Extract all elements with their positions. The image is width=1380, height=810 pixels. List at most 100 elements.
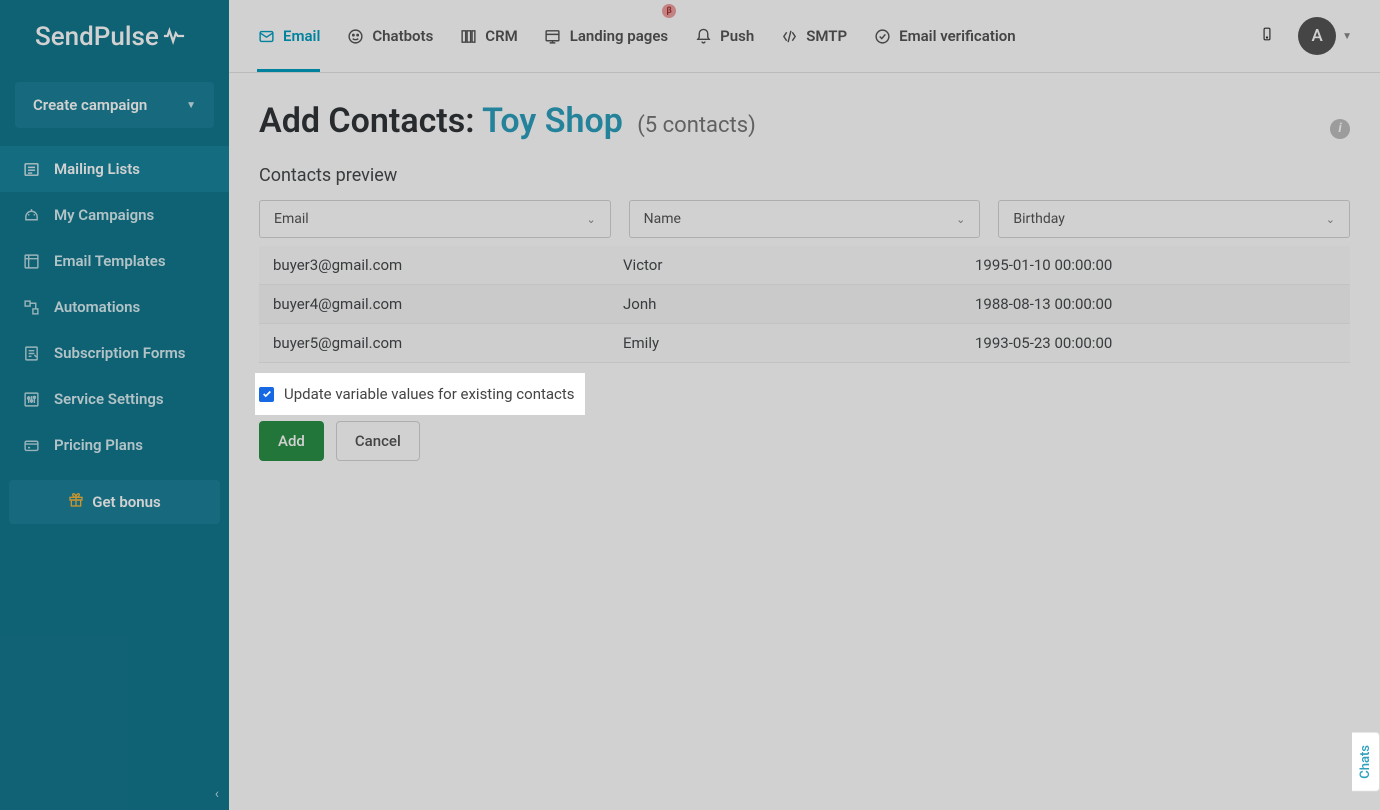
beta-badge: β xyxy=(662,4,676,18)
chevron-down-icon: ▼ xyxy=(186,100,196,111)
pulse-icon xyxy=(163,22,185,52)
sidebar-item-label: Service Settings xyxy=(54,390,164,408)
column-select-name[interactable]: Name ⌄ xyxy=(629,200,981,238)
column-selectors: Email ⌄ Name ⌄ Birthday ⌄ xyxy=(259,200,1350,238)
email-icon xyxy=(257,27,275,45)
bonus-label: Get bonus xyxy=(92,493,160,511)
sidebar-collapse-handle[interactable]: ‹ xyxy=(215,786,219,802)
settings-icon xyxy=(22,390,40,408)
tab-email[interactable]: Email xyxy=(257,0,320,72)
chats-tab[interactable]: Chats xyxy=(1352,732,1380,792)
campaigns-icon xyxy=(22,206,40,224)
tab-label: Email verification xyxy=(899,27,1016,45)
tab-landing-pages[interactable]: Landing pages β xyxy=(544,0,668,72)
automations-icon xyxy=(22,298,40,316)
get-bonus-button[interactable]: Get bonus xyxy=(9,480,220,524)
select-label: Birthday xyxy=(1013,211,1065,227)
title-row: Add Contacts: Toy Shop (5 contacts) i xyxy=(259,101,1350,141)
create-campaign-button[interactable]: Create campaign ▼ xyxy=(15,82,214,128)
topbar-tabs: Email Chatbots CRM Landing pages β Push xyxy=(257,0,1016,72)
sidebar-item-label: Pricing Plans xyxy=(54,436,143,454)
topbar-right: A ▼ xyxy=(1260,17,1352,55)
form-actions: Add Cancel xyxy=(259,421,1350,461)
gift-icon xyxy=(68,492,84,512)
table-row: buyer5@gmail.com Emily 1993-05-23 00:00:… xyxy=(259,324,1350,363)
tab-label: Chatbots xyxy=(372,27,433,45)
sidebar-item-mailing-lists[interactable]: Mailing Lists xyxy=(0,146,229,192)
create-campaign-label: Create campaign xyxy=(33,96,147,114)
tab-label: Email xyxy=(283,27,320,45)
cell-name: Victor xyxy=(609,256,961,274)
chevron-down-icon: ⌄ xyxy=(956,213,965,226)
title-prefix: Add Contacts: xyxy=(259,101,482,141)
avatar: A xyxy=(1298,17,1336,55)
tab-email-verification[interactable]: Email verification xyxy=(873,0,1016,72)
page-title: Add Contacts: Toy Shop (5 contacts) xyxy=(259,101,756,141)
tab-label: Landing pages xyxy=(570,27,668,45)
add-button[interactable]: Add xyxy=(259,421,324,461)
cell-name: Jonh xyxy=(609,295,961,313)
tab-label: CRM xyxy=(485,27,517,45)
contact-count: (5 contacts) xyxy=(637,113,755,138)
topbar: Email Chatbots CRM Landing pages β Push xyxy=(229,0,1380,73)
main: Email Chatbots CRM Landing pages β Push xyxy=(229,0,1380,810)
tab-chatbots[interactable]: Chatbots xyxy=(346,0,433,72)
tab-push[interactable]: Push xyxy=(694,0,754,72)
mobile-icon[interactable] xyxy=(1260,24,1274,48)
preview-heading: Contacts preview xyxy=(259,165,1350,186)
checkbox-checked-icon xyxy=(259,387,274,402)
templates-icon xyxy=(22,252,40,270)
sidebar-item-my-campaigns[interactable]: My Campaigns xyxy=(0,192,229,238)
table-row: buyer3@gmail.com Victor 1995-01-10 00:00… xyxy=(259,246,1350,285)
cell-email: buyer3@gmail.com xyxy=(259,256,609,274)
brand-logo: SendPulse xyxy=(0,0,229,74)
cell-name: Emily xyxy=(609,334,961,352)
content: Add Contacts: Toy Shop (5 contacts) i Co… xyxy=(229,73,1380,489)
table-row: buyer4@gmail.com Jonh 1988-08-13 00:00:0… xyxy=(259,285,1350,324)
tab-crm[interactable]: CRM xyxy=(459,0,517,72)
sidebar-item-pricing-plans[interactable]: Pricing Plans xyxy=(0,422,229,468)
select-label: Name xyxy=(644,211,681,227)
sidebar-item-label: My Campaigns xyxy=(54,206,154,224)
brand-text: SendPulse xyxy=(35,22,159,52)
cell-email: buyer5@gmail.com xyxy=(259,334,609,352)
tab-smtp[interactable]: SMTP xyxy=(780,0,847,72)
chevron-down-icon: ⌄ xyxy=(1326,213,1335,226)
chevron-down-icon: ▼ xyxy=(1342,31,1352,42)
sidebar-nav: Mailing Lists My Campaigns Email Templat… xyxy=(0,146,229,468)
list-name: Toy Shop xyxy=(482,101,623,141)
crm-icon xyxy=(459,27,477,45)
push-icon xyxy=(694,27,712,45)
cell-birthday: 1995-01-10 00:00:00 xyxy=(961,256,1350,274)
sidebar: SendPulse Create campaign ▼ Mailing List… xyxy=(0,0,229,810)
smtp-icon xyxy=(780,27,798,45)
sidebar-item-label: Subscription Forms xyxy=(54,344,185,362)
cancel-button[interactable]: Cancel xyxy=(336,421,420,461)
verification-icon xyxy=(873,27,891,45)
sidebar-item-label: Email Templates xyxy=(54,252,166,270)
update-variables-checkbox[interactable]: Update variable values for existing cont… xyxy=(259,377,581,411)
cell-email: buyer4@gmail.com xyxy=(259,295,609,313)
cell-birthday: 1988-08-13 00:00:00 xyxy=(961,295,1350,313)
checkbox-label: Update variable values for existing cont… xyxy=(284,385,575,403)
tab-label: SMTP xyxy=(806,27,847,45)
info-icon[interactable]: i xyxy=(1330,119,1350,139)
mailing-lists-icon xyxy=(22,160,40,178)
user-menu[interactable]: A ▼ xyxy=(1298,17,1352,55)
forms-icon xyxy=(22,344,40,362)
cell-birthday: 1993-05-23 00:00:00 xyxy=(961,334,1350,352)
column-select-birthday[interactable]: Birthday ⌄ xyxy=(998,200,1350,238)
chatbots-icon xyxy=(346,27,364,45)
sidebar-item-automations[interactable]: Automations xyxy=(0,284,229,330)
column-select-email[interactable]: Email ⌄ xyxy=(259,200,611,238)
chevron-down-icon: ⌄ xyxy=(586,213,595,226)
select-label: Email xyxy=(274,211,309,227)
landing-pages-icon xyxy=(544,27,562,45)
sidebar-item-label: Mailing Lists xyxy=(54,160,140,178)
pricing-icon xyxy=(22,436,40,454)
tab-label: Push xyxy=(720,27,754,45)
preview-table: buyer3@gmail.com Victor 1995-01-10 00:00… xyxy=(259,246,1350,363)
sidebar-item-service-settings[interactable]: Service Settings xyxy=(0,376,229,422)
sidebar-item-subscription-forms[interactable]: Subscription Forms xyxy=(0,330,229,376)
sidebar-item-email-templates[interactable]: Email Templates xyxy=(0,238,229,284)
